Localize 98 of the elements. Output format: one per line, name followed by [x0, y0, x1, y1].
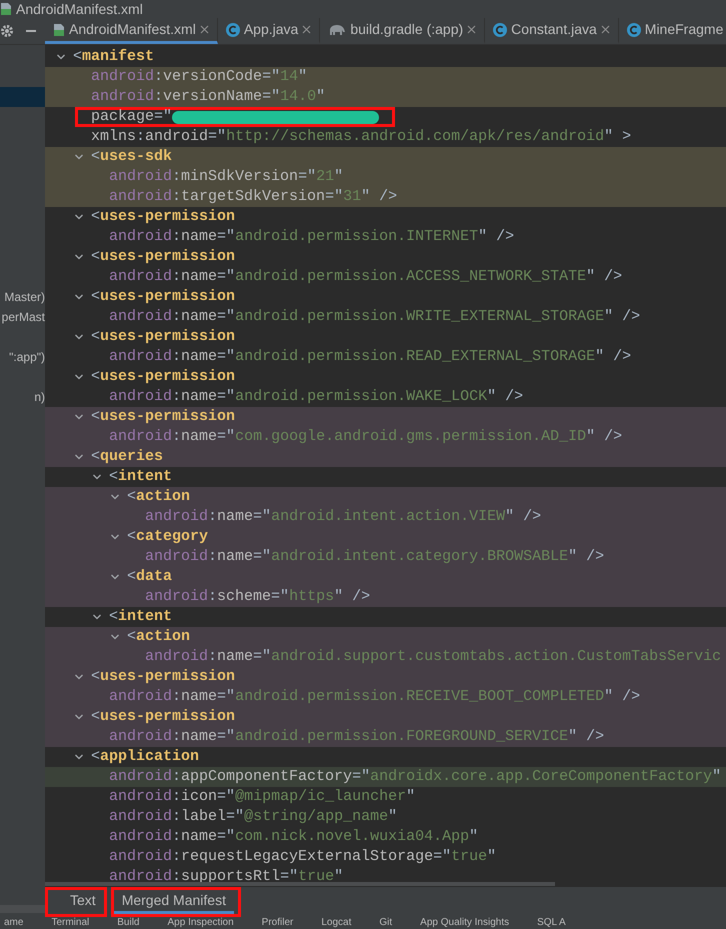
- code-text: <application: [91, 747, 200, 767]
- code-text: <data: [127, 567, 172, 587]
- tab-label: App.java: [244, 20, 298, 39]
- chevron-icon[interactable]: [110, 632, 120, 642]
- file-icon: [0, 2, 12, 16]
- code-text: <uses-permission: [91, 327, 236, 347]
- code-text: <uses-permission: [91, 367, 236, 387]
- close-icon[interactable]: [600, 25, 610, 34]
- code-text: android:name="android.intent.category.BROWSABLE" />: [145, 547, 604, 567]
- code-text: <uses-sdk: [91, 147, 172, 167]
- code-text: <uses-permission: [91, 407, 236, 427]
- code-text: <uses-permission: [91, 707, 236, 727]
- chevron-icon[interactable]: [74, 452, 84, 462]
- scrollbar-thumb[interactable]: [45, 882, 555, 886]
- editor-tab[interactable]: App.java: [218, 18, 320, 44]
- code-text: <queries: [91, 447, 164, 467]
- tool-window-button[interactable]: Build: [117, 917, 140, 929]
- chevron-icon[interactable]: [74, 752, 84, 762]
- tree-item[interactable]: ":app"): [0, 347, 45, 367]
- tool-window-button[interactable]: App Quality Insights: [420, 917, 510, 929]
- chevron-icon[interactable]: [74, 152, 84, 162]
- code-text: android:name="android.intent.action.VIEW" />: [145, 507, 542, 527]
- view-tab[interactable]: Text: [62, 890, 104, 914]
- chevron-icon[interactable]: [74, 412, 84, 422]
- tool-window-button[interactable]: Git: [379, 917, 392, 929]
- chevron-icon[interactable]: [74, 372, 84, 382]
- close-icon[interactable]: [467, 25, 476, 34]
- code-text: android:versionName="14.0": [91, 87, 326, 107]
- chevron-icon[interactable]: [74, 252, 84, 262]
- tab-label: MineFragme: [644, 20, 724, 39]
- file-icon: [53, 22, 65, 36]
- tool-window-button[interactable]: ame: [4, 917, 24, 929]
- chevron-icon[interactable]: [74, 212, 84, 222]
- editor-tab[interactable]: build.gradle (:app): [320, 18, 486, 44]
- editor-tab[interactable]: Constant.java: [485, 18, 619, 44]
- code-text: <category: [127, 527, 208, 547]
- code-text: android:name="android.permission.FOREGROUND_SERVICE" />: [109, 727, 604, 747]
- code-text: android:targetSdkVersion="31" />: [109, 187, 398, 207]
- view-tab[interactable]: Merged Manifest: [114, 890, 234, 914]
- tree-item[interactable]: perMast: [0, 307, 45, 327]
- tab-label: Constant.java: [511, 20, 597, 39]
- tool-window-button[interactable]: Terminal: [51, 917, 90, 929]
- code-text: android:appComponentFactory="androidx.core.app.CoreComponentFactory": [109, 767, 722, 787]
- chevron-icon[interactable]: [74, 332, 84, 342]
- code-text: <action: [127, 627, 190, 647]
- class-icon: [626, 22, 641, 36]
- chevron-icon[interactable]: [74, 712, 84, 722]
- chevron-icon[interactable]: [92, 612, 102, 622]
- tree-item[interactable]: Master): [0, 287, 45, 307]
- code-text: android:label="@string/app_name": [109, 807, 398, 827]
- code-text: <manifest: [73, 47, 154, 67]
- tool-window-button[interactable]: Profiler: [262, 917, 294, 929]
- elephant-icon: [328, 22, 346, 36]
- code-text: <uses-permission: [91, 287, 236, 307]
- class-icon: [226, 22, 240, 36]
- code-text: android:supportsRtl="true": [109, 867, 344, 887]
- tab-label: build.gradle (:app): [350, 20, 464, 39]
- code-text: android:name="android.permission.WAKE_LOCK" />: [109, 387, 524, 407]
- code-text: android:name="android.permission.INTERNET" />: [109, 227, 514, 247]
- code-text: android:name="android.permission.WRITE_EXTERNAL_STORAGE" />: [109, 307, 640, 327]
- code-text: android:name="com.google.android.gms.permission.AD_ID" />: [109, 427, 622, 447]
- chevron-icon[interactable]: [110, 572, 120, 582]
- chevron-icon[interactable]: [74, 672, 84, 682]
- code-text: <uses-permission: [91, 667, 236, 687]
- class-icon: [493, 22, 508, 36]
- code-text: <action: [127, 487, 190, 507]
- tool-window-button[interactable]: Logcat: [321, 917, 352, 929]
- tool-window-button[interactable]: SQL A: [537, 917, 566, 929]
- code-text: android:name="android.permission.ACCESS_NETWORK_STATE" />: [109, 267, 622, 287]
- code-text: android:minSdkVersion="21": [109, 167, 344, 187]
- tree-item[interactable]: n): [0, 387, 45, 407]
- code-text: android:icon="@mipmap/ic_launcher": [109, 787, 416, 807]
- code-text: <uses-permission: [91, 207, 236, 227]
- editor-tab[interactable]: MineFragme: [618, 18, 726, 44]
- code-text: android:name="android.permission.RECEIVE_BOOT_COMPLETED" />: [109, 687, 640, 707]
- code-text: <intent: [109, 607, 172, 627]
- scrollbar-thumb[interactable]: [0, 905, 45, 913]
- code-text: package=": [91, 110, 172, 124]
- code-text: android:name="com.nick.novel.wuxia04.App": [109, 827, 478, 847]
- close-icon[interactable]: [302, 25, 312, 34]
- code-text: android:requestLegacyExternalStorage="true": [109, 847, 496, 867]
- chevron-icon[interactable]: [74, 292, 84, 302]
- code-text: android:name="android.permission.READ_EXTERNAL_STORAGE" />: [109, 347, 632, 367]
- chevron-icon[interactable]: [110, 532, 120, 542]
- code-text: android:versionCode="14": [91, 67, 308, 87]
- code-text: <intent: [109, 467, 172, 487]
- window-title: AndroidManifest.xml: [16, 0, 143, 18]
- tab-label: AndroidManifest.xml: [69, 20, 196, 39]
- code-text: android:name="android.support.customtabs.action.CustomTabsServic: [145, 647, 722, 667]
- chevron-icon[interactable]: [56, 52, 66, 62]
- chevron-icon[interactable]: [92, 472, 102, 482]
- code-text: xmlns:android="http://schemas.android.com/apk/res/android" >: [91, 127, 632, 147]
- chevron-icon[interactable]: [110, 492, 120, 502]
- tool-window-button[interactable]: App Inspection: [168, 917, 234, 929]
- code-text: android:scheme="https" />: [145, 587, 370, 607]
- code-text: <uses-permission: [91, 247, 236, 267]
- settings-icon[interactable]: [0, 24, 14, 38]
- close-icon[interactable]: [200, 25, 209, 34]
